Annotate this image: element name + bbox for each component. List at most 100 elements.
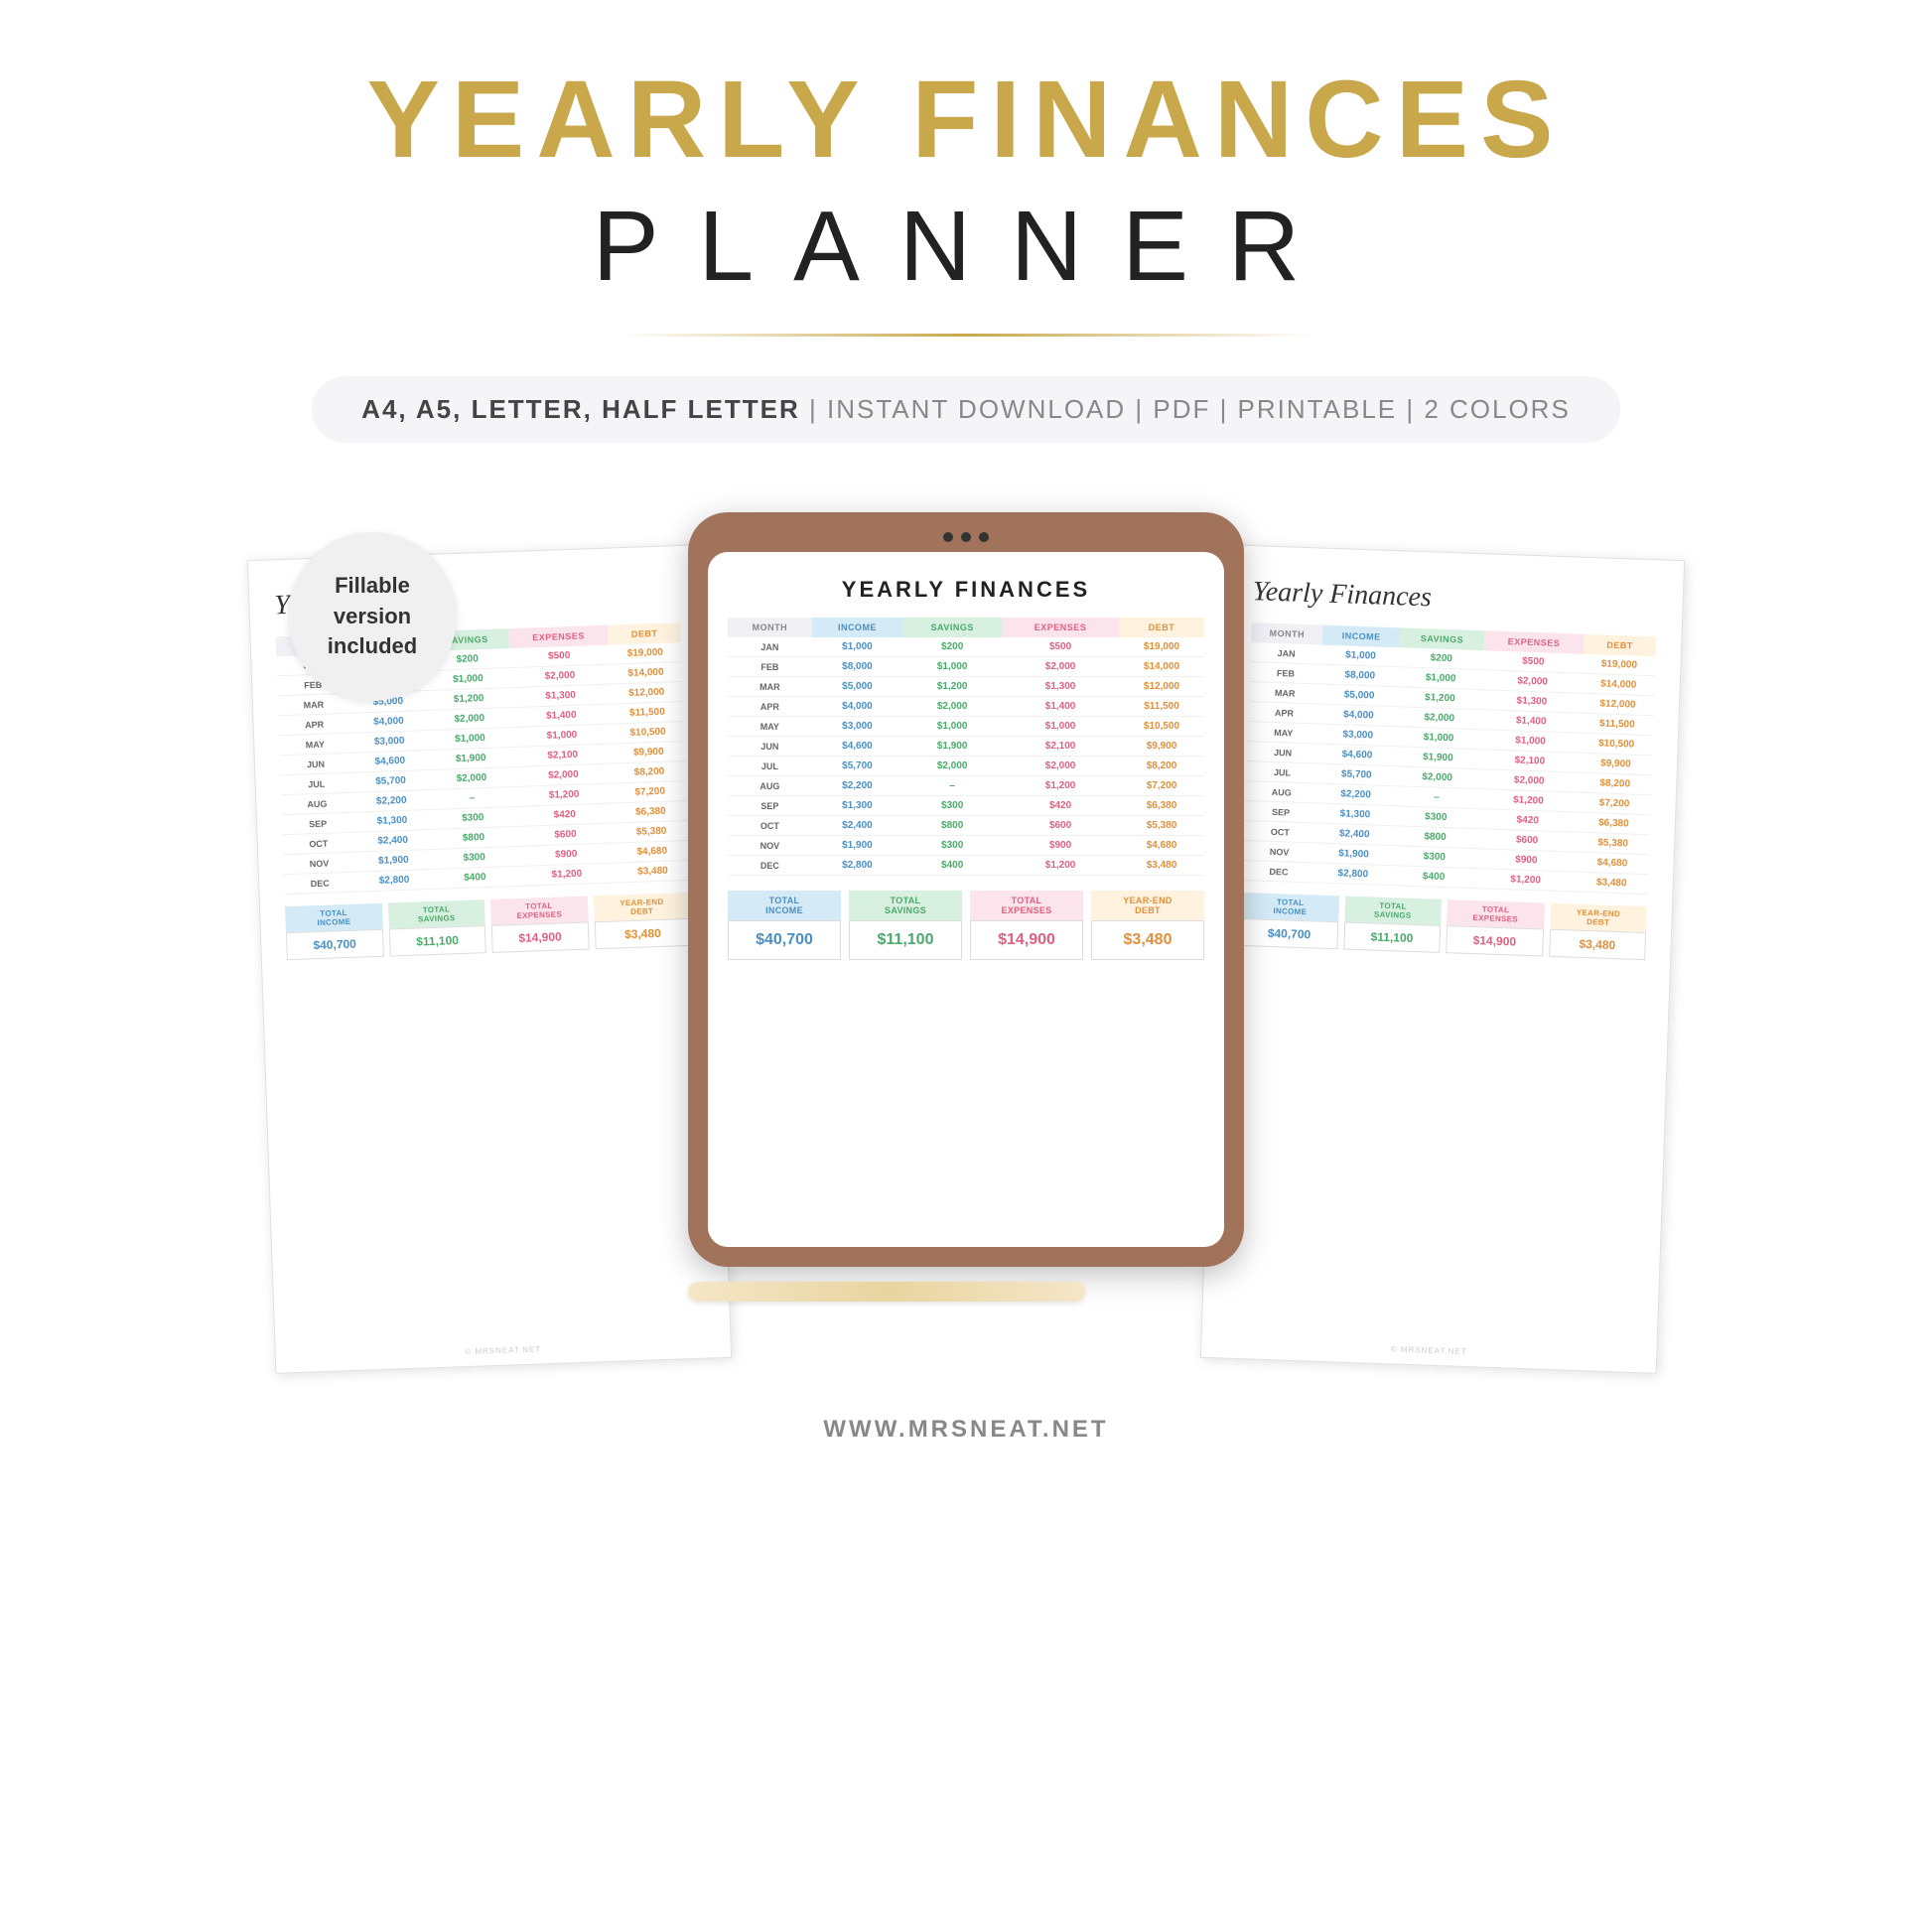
footer-url: WWW.MRSNEAT.NET: [823, 1416, 1108, 1483]
savings-cell: $2,000: [902, 697, 1002, 717]
table-row: JUL$5,700$2,000$2,000$8,200: [728, 757, 1204, 776]
expenses-cell: $1,200: [1475, 869, 1576, 892]
debt-cell: $12,000: [1119, 677, 1204, 697]
right-col-month: MONTH: [1251, 622, 1323, 645]
tablet-total-income-value: $40,700: [728, 920, 841, 960]
left-total-expenses-label: TOTALEXPENSES: [490, 897, 588, 925]
expenses-cell: $1,300: [1002, 677, 1119, 697]
month-cell: DEC: [1243, 860, 1315, 883]
month-cell: AUG: [281, 792, 353, 815]
subtitle-bar: A4, A5, LETTER, HALF LETTER | INSTANT DO…: [312, 376, 1620, 443]
month-cell: SEP: [1245, 800, 1317, 823]
income-cell: $1,900: [354, 849, 432, 872]
debt-cell: $9,900: [1580, 753, 1653, 775]
table-row: SEP$1,300$300$420$6,380: [728, 796, 1204, 816]
expenses-cell: $420: [1002, 796, 1119, 816]
tablet-totals: TOTALINCOME $40,700 TOTALSAVINGS $11,100…: [728, 891, 1204, 960]
right-total-debt: YEAR-ENDDEBT $3,480: [1549, 903, 1647, 960]
tablet-total-debt-value: $3,480: [1091, 920, 1204, 960]
month-cell: MAY: [728, 717, 812, 737]
month-cell: MAY: [279, 733, 351, 756]
month-cell: MAR: [278, 693, 350, 716]
debt-cell: $7,200: [1119, 776, 1204, 796]
fillable-line3: included: [328, 631, 417, 662]
month-cell: NOV: [283, 852, 355, 875]
tablet-total-expenses: TOTALEXPENSES $14,900: [970, 891, 1083, 960]
tablet-col-expenses: EXPENSES: [1002, 618, 1119, 637]
tablet-total-debt-label: YEAR-ENDDEBT: [1091, 891, 1204, 920]
tablet-dot-3: [979, 532, 989, 542]
table-row: JUN$4,600$1,900$2,100$9,900: [728, 737, 1204, 757]
left-total-debt-value: $3,480: [594, 918, 691, 949]
expenses-cell: $2,000: [1002, 757, 1119, 776]
savings-cell: $400: [1391, 866, 1476, 889]
right-sheet-title: Yearly Finances: [1252, 576, 1658, 621]
debt-cell: $19,000: [1583, 654, 1656, 676]
debt-cell: $14,000: [1582, 673, 1655, 696]
expenses-cell: $1,200: [1002, 856, 1119, 876]
debt-cell: $4,680: [616, 840, 689, 863]
tablet-col-income: INCOME: [812, 618, 903, 637]
debt-cell: $10,500: [1119, 717, 1204, 737]
right-total-expenses-value: $14,900: [1446, 925, 1543, 956]
tablet-dot-1: [943, 532, 953, 542]
savings-cell: $300: [902, 836, 1002, 856]
debt-cell: $4,680: [1119, 836, 1204, 856]
tablet-col-debt: DEBT: [1119, 618, 1204, 637]
income-cell: $4,600: [812, 737, 903, 757]
table-row: DEC$2,800$400$1,200$3,480: [728, 856, 1204, 876]
debt-cell: $19,000: [609, 642, 682, 664]
savings-cell: $800: [902, 816, 1002, 836]
tablet-total-income: TOTALINCOME $40,700: [728, 891, 841, 960]
month-cell: DEC: [284, 872, 356, 895]
income-cell: $4,000: [1319, 704, 1397, 727]
left-total-savings-value: $11,100: [388, 925, 485, 956]
table-row: APR$4,000$2,000$1,400$11,500: [728, 697, 1204, 717]
left-total-income-label: TOTALINCOME: [285, 903, 382, 932]
debt-cell: $12,000: [1582, 693, 1655, 716]
debt-cell: $7,200: [614, 780, 687, 803]
tablet-total-expenses-value: $14,900: [970, 920, 1083, 960]
table-row: MAR$5,000$1,200$1,300$12,000: [728, 677, 1204, 697]
month-cell: JUN: [280, 753, 352, 775]
income-cell: $4,000: [349, 711, 427, 734]
left-total-expenses-value: $14,900: [491, 922, 589, 953]
income-cell: $4,600: [1318, 744, 1396, 766]
right-total-debt-value: $3,480: [1549, 929, 1646, 960]
expenses-cell: $2,100: [1002, 737, 1119, 757]
left-total-income-value: $40,700: [286, 929, 383, 960]
right-paper-sheet: Yearly Finances MONTH INCOME SAVINGS EXP…: [1200, 544, 1685, 1374]
table-row: JAN$1,000$200$500$19,000: [728, 637, 1204, 657]
tablet-screen-title: YEARLY FINANCES: [728, 577, 1204, 603]
right-total-savings: TOTALSAVINGS $11,100: [1343, 897, 1442, 953]
income-cell: $1,000: [1321, 645, 1399, 667]
left-total-debt-label: YEAR-ENDDEBT: [593, 893, 690, 921]
right-total-savings-value: $11,100: [1343, 922, 1441, 953]
income-cell: $1,300: [353, 809, 431, 832]
income-cell: $1,900: [1314, 843, 1392, 866]
right-total-income-value: $40,700: [1240, 918, 1337, 949]
month-cell: APR: [278, 713, 350, 736]
month-cell: SEP: [728, 796, 812, 816]
tablet-container: YEARLY FINANCES MONTH INCOME SAVINGS EXP…: [688, 512, 1244, 1302]
income-cell: $5,000: [812, 677, 903, 697]
month-cell: FEB: [728, 657, 812, 677]
income-cell: $8,000: [812, 657, 903, 677]
month-cell: APR: [728, 697, 812, 717]
col-debt-header: DEBT: [608, 622, 681, 645]
income-cell: $1,300: [812, 796, 903, 816]
right-total-expenses-label: TOTALEXPENSES: [1447, 899, 1544, 928]
month-cell: OCT: [1244, 820, 1316, 843]
main-content: Fillable version included Yearly Finance…: [0, 512, 1932, 1366]
debt-cell: $5,380: [1577, 832, 1650, 855]
debt-cell: $6,380: [1119, 796, 1204, 816]
tablet-total-income-label: TOTALINCOME: [728, 891, 841, 920]
savings-cell: $200: [902, 637, 1002, 657]
debt-cell: $10,500: [612, 722, 685, 745]
income-cell: $5,000: [1320, 684, 1398, 707]
income-cell: $3,000: [350, 731, 428, 754]
month-cell: DEC: [728, 856, 812, 876]
title-planner: PLANNER: [0, 190, 1932, 304]
income-cell: $3,000: [812, 717, 903, 737]
debt-cell: $3,480: [1575, 872, 1648, 895]
